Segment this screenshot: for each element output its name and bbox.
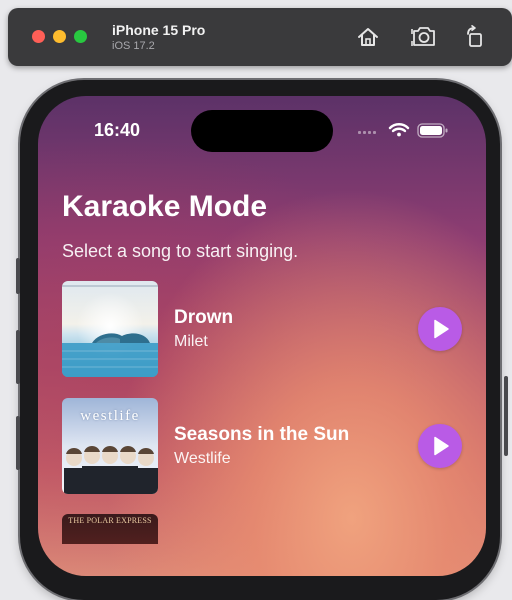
polar-express-cover-text: THE POLAR EXPRESS — [68, 516, 152, 525]
battery-icon — [417, 123, 448, 138]
device-name: iPhone 15 Pro — [112, 22, 206, 38]
westlife-logo-text: westlife — [80, 408, 140, 424]
close-window-button[interactable] — [32, 30, 45, 43]
volume-up-button[interactable] — [16, 330, 20, 384]
rotate-button[interactable] — [460, 22, 490, 52]
song-title: Drown — [174, 307, 234, 328]
screenshot-icon — [411, 27, 435, 46]
minimize-window-button[interactable] — [53, 30, 66, 43]
cellular-icon — [358, 131, 376, 134]
wifi-icon — [388, 123, 410, 137]
rotate-icon — [467, 25, 482, 47]
dynamic-island — [191, 110, 333, 152]
screenshot-button[interactable] — [409, 22, 439, 52]
home-button[interactable] — [353, 22, 383, 52]
status-icons — [358, 123, 448, 138]
song-row-drown[interactable]: Drown Milet — [62, 281, 462, 379]
song-row-seasons-in-the-sun[interactable]: westlife Seasons in the Sun Westlife — [62, 398, 462, 496]
status-time: 16:40 — [94, 120, 141, 140]
play-icon — [434, 436, 449, 456]
play-button[interactable] — [418, 307, 462, 351]
simulator-toolbar: iPhone 15 Pro iOS 17.2 — [8, 8, 512, 66]
power-button[interactable] — [504, 376, 508, 456]
volume-down-button[interactable] — [16, 416, 20, 470]
play-button[interactable] — [418, 424, 462, 468]
device-os-version: iOS 17.2 — [112, 40, 155, 52]
action-button[interactable] — [16, 258, 20, 294]
play-icon — [434, 319, 449, 339]
album-cover-polar-express[interactable]: THE POLAR EXPRESS — [62, 514, 158, 544]
album-cover-drown — [62, 281, 158, 377]
song-title: Seasons in the Sun — [174, 424, 350, 445]
album-cover-westlife: westlife — [62, 398, 158, 494]
song-artist: Milet — [174, 333, 208, 350]
page-subtitle: Select a song to start singing. — [62, 241, 299, 261]
page-title: Karaoke Mode — [62, 190, 268, 223]
home-icon — [358, 28, 378, 46]
song-artist: Westlife — [174, 450, 231, 467]
phone-screen: 16:40 Karaoke Mode Select a song to star… — [38, 96, 486, 576]
zoom-window-button[interactable] — [74, 30, 87, 43]
